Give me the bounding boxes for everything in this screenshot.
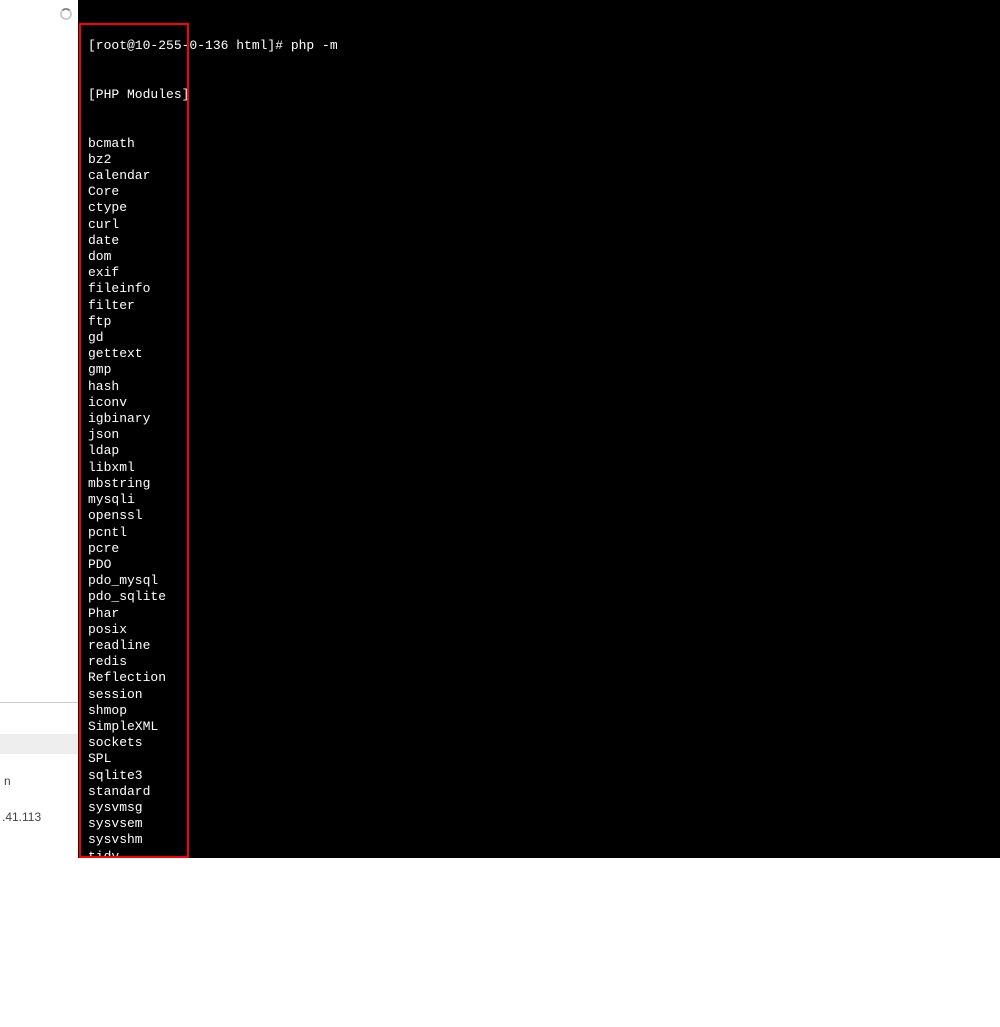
php-module-item: openssl xyxy=(88,508,990,524)
php-module-item: gd xyxy=(88,330,990,346)
php-module-item: gettext xyxy=(88,346,990,362)
php-module-item: hash xyxy=(88,379,990,395)
php-module-item: dom xyxy=(88,249,990,265)
php-module-item: gmp xyxy=(88,362,990,378)
php-module-item: mbstring xyxy=(88,476,990,492)
php-module-item: igbinary xyxy=(88,411,990,427)
php-module-item: tokenizer xyxy=(88,865,990,881)
php-module-item: shmop xyxy=(88,703,990,719)
php-module-item: filter xyxy=(88,298,990,314)
sidebar-text-fragment: n xyxy=(4,774,11,788)
divider-band xyxy=(0,734,78,754)
php-module-item: Core xyxy=(88,184,990,200)
php-module-item: Zend OPcache xyxy=(88,962,990,978)
php-module-item: xmlreader xyxy=(88,913,990,929)
php-module-item: readline xyxy=(88,638,990,654)
php-module-item: wddx xyxy=(88,881,990,897)
php-module-item: redis xyxy=(88,654,990,670)
php-module-item: libxml xyxy=(88,460,990,476)
php-module-item: json xyxy=(88,427,990,443)
php-module-item: xsl xyxy=(88,946,990,962)
php-module-item: tidy xyxy=(88,849,990,865)
php-module-item: sysvmsg xyxy=(88,800,990,816)
terminal-prompt-line: [root@10-255-0-136 html]# php -m xyxy=(88,38,990,54)
php-module-item: iconv xyxy=(88,395,990,411)
php-module-item: posix xyxy=(88,622,990,638)
php-module-item: zlib xyxy=(88,994,990,1010)
php-module-item: sqlite3 xyxy=(88,768,990,784)
php-module-item: mysqli xyxy=(88,492,990,508)
loading-spinner-icon xyxy=(60,8,72,20)
php-module-item: PDO xyxy=(88,557,990,573)
php-module-item: date xyxy=(88,233,990,249)
php-module-item: exif xyxy=(88,265,990,281)
php-module-item: ctype xyxy=(88,200,990,216)
php-module-item: Reflection xyxy=(88,670,990,686)
php-module-item: zip xyxy=(88,978,990,994)
php-module-item: session xyxy=(88,687,990,703)
php-module-item: calendar xyxy=(88,168,990,184)
sidebar-ip-fragment: .41.113 xyxy=(2,810,41,824)
php-module-item: curl xyxy=(88,217,990,233)
php-module-item: SimpleXML xyxy=(88,719,990,735)
php-module-item: bcmath xyxy=(88,136,990,152)
php-module-item: pdo_sqlite xyxy=(88,589,990,605)
php-module-item: ftp xyxy=(88,314,990,330)
terminal-window[interactable]: [root@10-255-0-136 html]# php -m [PHP Mo… xyxy=(78,0,1000,858)
php-module-item: bz2 xyxy=(88,152,990,168)
php-module-item: sockets xyxy=(88,735,990,751)
php-module-item: standard xyxy=(88,784,990,800)
php-module-item: ldap xyxy=(88,443,990,459)
php-module-item: pcre xyxy=(88,541,990,557)
php-module-item: xmlwriter xyxy=(88,930,990,946)
divider xyxy=(0,702,78,703)
php-modules-list: bcmathbz2calendarCorectypecurldatedomexi… xyxy=(88,136,990,1011)
php-module-item: sysvsem xyxy=(88,816,990,832)
php-modules-header: [PHP Modules] xyxy=(88,87,990,103)
left-sidebar: n .41.113 xyxy=(0,0,78,858)
php-module-item: xml xyxy=(88,897,990,913)
php-module-item: pcntl xyxy=(88,525,990,541)
php-module-item: fileinfo xyxy=(88,281,990,297)
php-module-item: sysvshm xyxy=(88,832,990,848)
php-module-item: Phar xyxy=(88,606,990,622)
php-module-item: SPL xyxy=(88,751,990,767)
php-module-item: pdo_mysql xyxy=(88,573,990,589)
